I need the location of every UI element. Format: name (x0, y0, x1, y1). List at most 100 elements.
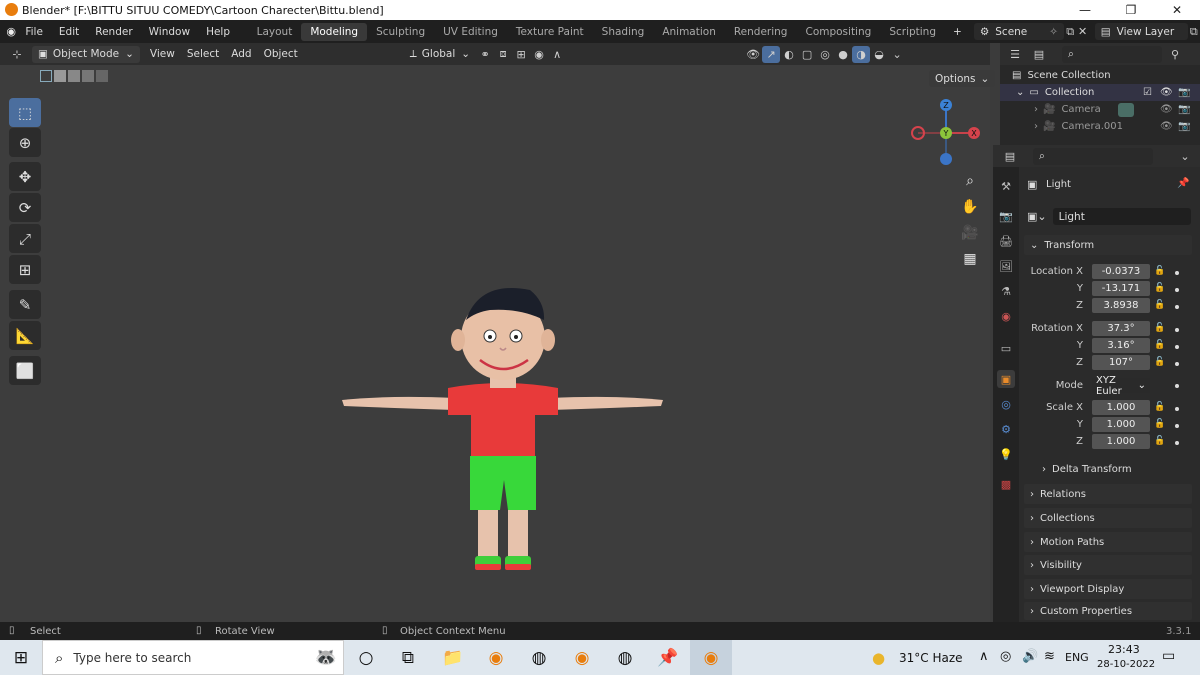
select-subtract-icon[interactable] (68, 70, 80, 82)
zoom-icon[interactable]: ⌕ (959, 170, 981, 192)
properties-search-input[interactable]: ⌕ (1033, 147, 1153, 165)
menu-window[interactable]: Window (141, 26, 198, 38)
visibility-icon[interactable]: 👁 (744, 46, 762, 63)
3d-viewport[interactable]: Options ⌄ ⬚ ⊕ ✥ ⟳ ⤢ ⊞ ✎ 📐 ⬜ Z X Y ⌕ ✋ 🎥 ▦ (0, 65, 996, 622)
editor-type-icon[interactable]: ⊹ (8, 46, 26, 63)
menu-edit[interactable]: Edit (51, 26, 87, 38)
keyframe-dot-icon[interactable] (1175, 345, 1179, 349)
transform-orientation-dropdown[interactable]: ⟂ Global ⌄ (404, 46, 476, 63)
collections-panel[interactable]: › Collections (1024, 508, 1192, 528)
cursor-tool[interactable]: ⊕ (9, 128, 41, 157)
rotation-y-field[interactable]: 3.16° (1092, 338, 1150, 353)
location-z-field[interactable]: 3.8938 (1092, 298, 1150, 313)
render-tab-icon[interactable]: 📷 (997, 207, 1015, 225)
constraints-tab-icon[interactable]: ⚙ (997, 420, 1015, 438)
scale-tool[interactable]: ⤢ (9, 224, 41, 253)
clock-date[interactable]: 28-10-2022 (1097, 659, 1155, 670)
lock-icon[interactable]: 🔓 (1154, 402, 1165, 412)
chrome-profile-icon[interactable]: ◍ (604, 640, 646, 675)
add-cube-tool[interactable]: ⬜ (9, 356, 41, 385)
options-dropdown[interactable]: Options ⌄ (929, 70, 996, 87)
filter-icon[interactable]: ⚲ (1166, 46, 1184, 63)
close-button[interactable]: ✕ (1154, 0, 1200, 20)
menu-help[interactable]: Help (198, 26, 238, 38)
outliner-search-input[interactable]: ⌕ (1062, 45, 1162, 63)
blender-taskbar-icon-2[interactable]: ◉ (561, 640, 603, 675)
properties-editor-icon[interactable]: ▤ (1001, 148, 1019, 165)
eye-icon[interactable]: 👁 (1160, 104, 1173, 115)
rotation-mode-dropdown[interactable]: XYZ Euler ⌄ (1092, 375, 1150, 397)
rotate-tool[interactable]: ⟳ (9, 193, 41, 222)
pan-hand-icon[interactable]: ✋ (959, 196, 981, 218)
render-camera-icon[interactable]: 📷 (1178, 121, 1190, 132)
delete-scene-icon[interactable]: ✕ (1076, 23, 1088, 40)
tool-tab-icon[interactable]: ⚒ (997, 177, 1015, 195)
select-extend-icon[interactable] (54, 70, 66, 82)
lock-icon[interactable]: 🔓 (1154, 419, 1165, 429)
xray-icon[interactable]: ▢ (798, 46, 816, 63)
object-menu[interactable]: Object (258, 46, 304, 63)
keyframe-dot-icon[interactable] (1175, 362, 1179, 366)
view-menu[interactable]: View (144, 46, 181, 63)
pivot-icon[interactable]: ⚭ (476, 46, 494, 63)
task-view-icon[interactable]: ⧉ (387, 640, 429, 675)
shading-options-icon[interactable]: ⌄ (888, 46, 906, 63)
overlay-icon[interactable]: ◐ (780, 46, 798, 63)
keyframe-dot-icon[interactable] (1175, 271, 1179, 275)
scale-z-field[interactable]: 1.000 (1092, 434, 1150, 449)
wifi-icon[interactable]: ≋ (1044, 649, 1055, 664)
cortana-icon[interactable]: ○ (345, 640, 387, 675)
gizmo-toggle-icon[interactable]: ↗ (762, 45, 781, 63)
blender-active-taskbar-icon[interactable]: ◉ (690, 640, 732, 675)
scale-x-field[interactable]: 1.000 (1092, 400, 1150, 415)
notification-icon[interactable]: ▭ (1162, 648, 1175, 664)
falloff-icon[interactable]: ∧ (548, 46, 566, 63)
keyframe-dot-icon[interactable] (1175, 288, 1179, 292)
select-box-tool[interactable]: ⬚ (9, 98, 41, 127)
object-data-selector[interactable]: ▣⌄ Light (1027, 208, 1191, 225)
gizmo-neg-z-handle[interactable] (940, 153, 952, 165)
cartoon-character-model[interactable] (330, 280, 675, 590)
speaker-icon[interactable]: 🔊 (1022, 649, 1038, 664)
eye-icon[interactable]: 👁 (1160, 121, 1173, 132)
tab-animation[interactable]: Animation (653, 23, 725, 41)
render-camera-icon[interactable]: 📷 (1178, 104, 1190, 115)
blender-menu-icon[interactable]: ◉ (5, 23, 17, 40)
lock-icon[interactable]: 🔓 (1154, 340, 1165, 350)
annotate-tool[interactable]: ✎ (9, 290, 41, 319)
wireframe-shading-icon[interactable]: ◎ (816, 46, 834, 63)
menu-render[interactable]: Render (87, 26, 140, 38)
rendered-shading-icon[interactable]: ◒ (870, 46, 888, 63)
keyframe-dot-icon[interactable] (1175, 305, 1179, 309)
lock-icon[interactable]: 🔓 (1154, 436, 1165, 446)
pinned-app-icon[interactable]: 📌 (647, 640, 689, 675)
lock-icon[interactable]: 🔓 (1154, 283, 1165, 293)
tab-texture-paint[interactable]: Texture Paint (507, 23, 593, 41)
blender-taskbar-icon[interactable]: ◉ (475, 640, 517, 675)
render-camera-icon[interactable]: 📷 (1178, 87, 1190, 98)
collection-row[interactable]: ⌄ ▭ Collection ☑ 👁 📷 (1000, 84, 1200, 101)
tab-layout[interactable]: Layout (248, 23, 302, 41)
select-menu[interactable]: Select (181, 46, 225, 63)
outliner-item-camera-001[interactable]: › 🎥 Camera.001 👁 📷 (1000, 118, 1200, 135)
object-tab-icon[interactable]: ▣ (997, 370, 1015, 388)
tab-compositing[interactable]: Compositing (796, 23, 880, 41)
location-y-field[interactable]: -13.171 (1092, 281, 1150, 296)
mode-dropdown[interactable]: ▣ Object Mode ⌄ (32, 45, 140, 63)
tab-sculpting[interactable]: Sculpting (367, 23, 434, 41)
chevron-down-icon[interactable]: ⌄ (1176, 148, 1194, 165)
eye-icon[interactable]: 👁 (1160, 87, 1173, 98)
physics-tab-icon[interactable]: ◎ (997, 395, 1015, 413)
checkbox-icon[interactable]: ☑ (1143, 87, 1152, 98)
language-indicator[interactable]: ENG (1065, 651, 1089, 664)
camera-view-icon[interactable]: 🎥 (959, 222, 981, 244)
world-tab-icon[interactable]: ◉ (997, 307, 1015, 325)
scene-collection-row[interactable]: ▤ Scene Collection (1000, 67, 1200, 84)
new-scene-icon[interactable]: ⧉ (1064, 23, 1076, 40)
location-x-field[interactable]: -0.0373 (1092, 264, 1150, 279)
measure-tool[interactable]: 📐 (9, 321, 41, 350)
navigation-gizmo[interactable]: Z X Y (906, 95, 986, 165)
light-data-tab-icon[interactable]: 💡 (997, 445, 1015, 463)
solid-shading-icon[interactable]: ● (834, 46, 852, 63)
scale-y-field[interactable]: 1.000 (1092, 417, 1150, 432)
